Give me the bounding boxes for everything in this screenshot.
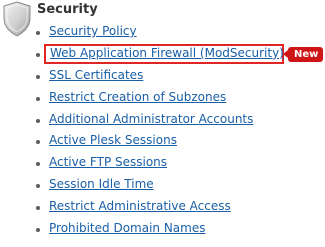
- bullet: [36, 206, 40, 211]
- bullet: [36, 162, 40, 167]
- bullet: [36, 140, 40, 145]
- link-security-policy[interactable]: Security Policy: [49, 21, 137, 43]
- link-restrict-administrative-access[interactable]: Restrict Administrative Access: [49, 196, 231, 218]
- bullet: [36, 118, 40, 123]
- link-active-plesk-sessions[interactable]: Active Plesk Sessions: [49, 130, 177, 152]
- new-badge: New: [282, 46, 324, 62]
- link-additional-administrator-accounts[interactable]: Additional Administrator Accounts: [49, 109, 253, 131]
- bullet: [36, 184, 40, 189]
- link-session-idle-time[interactable]: Session Idle Time: [49, 174, 154, 196]
- bullet: [36, 52, 40, 57]
- link-web-application-firewall[interactable]: Web Application Firewall (ModSecurity): [50, 43, 284, 65]
- link-active-ftp-sessions[interactable]: Active FTP Sessions: [49, 152, 167, 174]
- link-ssl-certificates[interactable]: SSL Certificates: [49, 65, 143, 87]
- link-restrict-creation-of-subzones[interactable]: Restrict Creation of Subzones: [49, 87, 226, 109]
- bullet: [36, 228, 40, 233]
- bullet: [36, 96, 40, 101]
- link-prohibited-domain-names[interactable]: Prohibited Domain Names: [49, 218, 205, 240]
- bullet: [36, 74, 40, 79]
- section-title: Security: [37, 2, 98, 17]
- shield-icon: [3, 1, 31, 37]
- bullet: [36, 31, 40, 35]
